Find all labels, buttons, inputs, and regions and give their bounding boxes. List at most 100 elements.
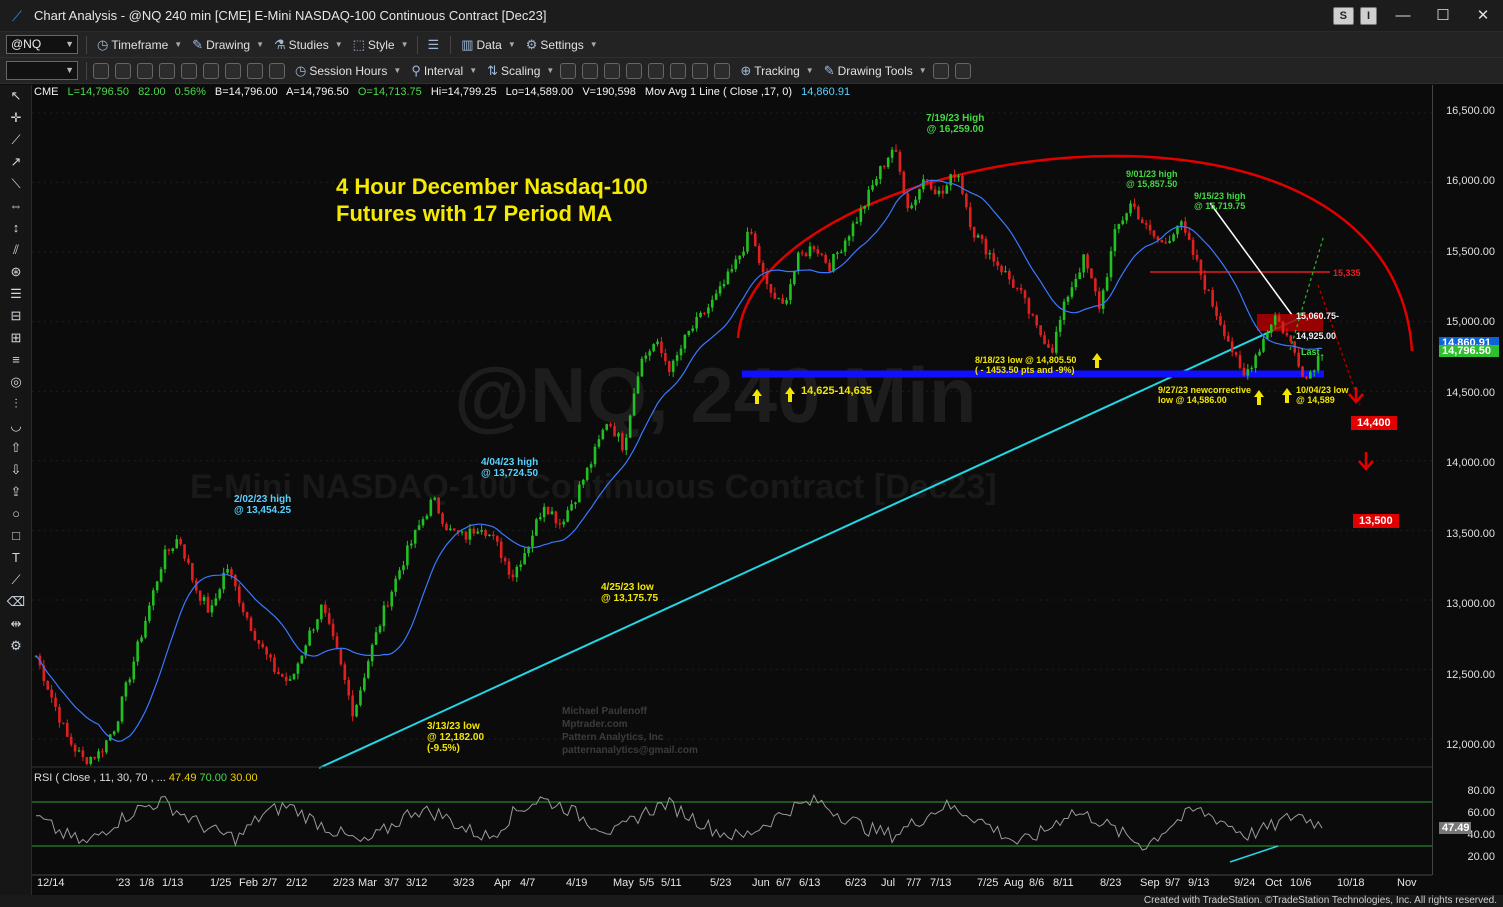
fibonacci-icon[interactable]: ☰ [0,283,32,305]
candle-body [609,424,612,427]
crosshair-icon[interactable]: ✛ [0,107,32,129]
interval-button[interactable]: ⚲ Interval ▼ [411,63,477,79]
regression-icon[interactable]: ≡ [0,349,32,371]
data-button[interactable]: ▥ Data ▼ [461,37,516,53]
gann-fan-icon[interactable]: ⊞ [0,327,32,349]
arrow-marker-icon[interactable]: ⇪ [0,481,32,503]
cycle-icon[interactable]: ◎ [0,371,32,393]
candle-body [54,697,57,707]
speed-lines-icon[interactable]: ⊛ [0,261,32,283]
candle-body [761,262,765,273]
candle-body [261,643,265,648]
rectangle-icon[interactable]: □ [0,525,32,547]
candle-style-icon[interactable] [582,62,599,79]
eraser-icon[interactable]: ⌫ [0,591,32,613]
date-tick: 2/7 [262,877,278,889]
candle-body [449,528,452,531]
candle-body [683,334,687,349]
save-icon[interactable] [203,62,219,79]
candle-body [976,235,980,238]
close-button[interactable]: ✕ [1463,0,1503,32]
settings-icon[interactable]: ⚙ [0,635,32,657]
export-icon[interactable] [932,62,949,79]
candle-body [581,479,585,485]
rsi-study-label[interactable]: RSI ( Close , 11, 30, 70 , ... [34,772,166,784]
candle-body [214,598,218,606]
settings-button[interactable]: ⚙ Settings ▼ [526,37,598,53]
candle-body [714,293,718,300]
ma-study-label[interactable]: Mov Avg 1 Line ( Close ,17, 0) [645,86,792,98]
pencil-icon[interactable]: ⟋ [0,569,32,591]
candle-body [875,179,878,186]
maximize-button[interactable]: ☐ [1423,0,1463,32]
style-button[interactable]: ⬚ Style ▼ [353,37,409,53]
channel-icon[interactable]: ⫽ [0,239,32,261]
date-tick: 4/7 [520,877,536,889]
footer-credit: Created with TradeStation. ©TradeStation… [0,895,1503,907]
chevron-down-icon: ▼ [174,40,183,49]
annotation-text: 7/19/23 High [926,113,985,124]
timeframe-button[interactable]: ◷ Timeframe ▼ [97,37,182,53]
i-menu-button[interactable]: I [1359,7,1377,25]
vertical-line-icon[interactable]: ↕ [0,217,32,239]
link-icon[interactable] [181,62,197,79]
arrow-down-icon[interactable]: ⇩ [0,459,32,481]
target-14400-badge: 14,400 [1351,416,1397,430]
candle-body [800,252,804,254]
cursor-icon[interactable] [247,62,263,79]
time-zone-icon[interactable]: ⫶ [0,393,32,415]
price-axis[interactable]: 16,500.00 16,000.00 15,500.00 15,000.00 … [1432,85,1503,875]
pointer-icon[interactable]: ↖ [0,85,32,107]
arc-icon[interactable]: ◡ [0,415,32,437]
template-icon[interactable] [269,62,285,79]
date-tick: Jul [881,877,896,889]
trendline-icon[interactable]: ⟋ [0,129,32,151]
candle-body [1254,355,1257,368]
grid-icon[interactable] [714,62,731,79]
candle-body [624,437,628,451]
chat-icon[interactable] [954,62,971,79]
arrow-up-icon[interactable]: ⇧ [0,437,32,459]
drawing-tools-button[interactable]: ✎ Drawing Tools ▼ [824,63,927,79]
find-icon[interactable] [159,62,175,79]
horizontal-line-icon[interactable]: ⇔ [0,195,32,217]
interval-input[interactable]: ▼ [6,61,78,80]
candle-body [93,756,96,759]
sync-icon[interactable] [115,62,131,79]
s-menu-button[interactable]: S [1332,7,1354,25]
expand-icon[interactable] [648,62,665,79]
candle-body [198,590,202,601]
refresh-icon[interactable] [93,62,109,79]
symbol-input[interactable]: @NQ ▼ [6,35,78,54]
candle-body [746,231,749,252]
studies-button[interactable]: ⚗ Studies ▼ [274,37,343,53]
zoom-out-icon[interactable] [692,62,709,79]
layout-button[interactable]: ☰ [428,37,443,53]
bar-style-icon[interactable] [560,62,577,79]
fib-extension-icon[interactable]: ⊟ [0,305,32,327]
ellipse-icon[interactable]: ○ [0,503,32,525]
candle-body [1140,219,1144,224]
compress-icon[interactable] [626,62,643,79]
candle-body [249,617,253,631]
scaling-button[interactable]: ⇅ Scaling ▼ [487,63,554,79]
candle-body [1277,315,1281,322]
drawing-button[interactable]: ✎ Drawing ▼ [192,37,264,53]
candle-body [378,626,382,633]
candle-body [535,519,538,536]
session-hours-button[interactable]: ◷ Session Hours ▼ [295,63,401,79]
drawing-toolbar: ↖ ✛ ⟋ ↗ ⟍ ⇔ ↕ ⫽ ⊛ ☰ ⊟ ⊞ ≡ ◎ ⫶ ◡ ⇧ ⇩ ⇪ ○ … [0,85,32,895]
measure-icon[interactable]: ⇹ [0,613,32,635]
zoom-in-icon[interactable] [670,62,687,79]
tracking-button[interactable]: ⊕ Tracking ▼ [740,63,813,79]
window-icon[interactable] [137,62,153,79]
annotation-text: @ 15,719.75 [1194,201,1246,211]
candle-body [171,548,175,551]
candle-body [1230,341,1234,353]
minimize-button[interactable]: — [1383,0,1423,32]
ray-icon[interactable]: ↗ [0,151,32,173]
text-icon[interactable]: T [0,547,32,569]
spacing-icon[interactable] [604,62,621,79]
line-icon[interactable]: ⟍ [0,173,32,195]
print-icon[interactable] [225,62,241,79]
